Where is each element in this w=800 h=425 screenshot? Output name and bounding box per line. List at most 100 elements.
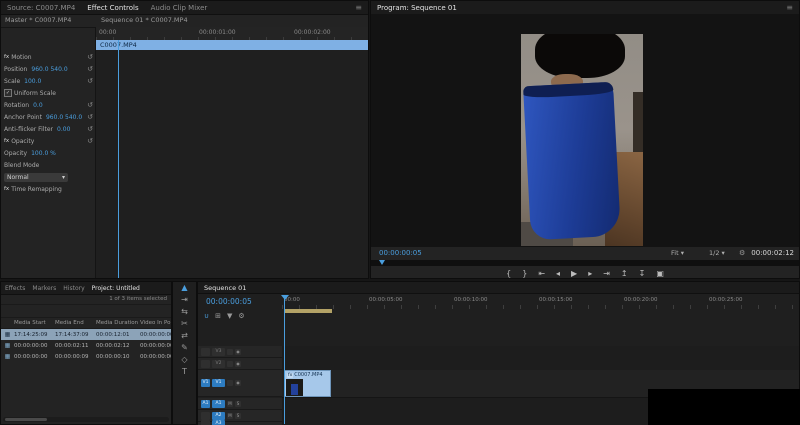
effect-row-rotation[interactable]: Rotation 0.0 ↺: [1, 99, 95, 111]
reset-icon[interactable]: ↺: [87, 65, 93, 73]
timeline-clip[interactable]: fx C0007.MP4: [284, 370, 331, 397]
go-to-out-button[interactable]: ⇥: [603, 269, 610, 278]
source-patch-v2[interactable]: [201, 359, 210, 368]
snap-toggle[interactable]: ∪: [204, 312, 209, 320]
effect-row-opacity[interactable]: Opacity 100.0 %: [1, 147, 95, 159]
hand-tool[interactable]: ◇: [173, 354, 196, 366]
tab-sequence[interactable]: Sequence 01: [204, 284, 246, 292]
reset-icon[interactable]: ↺: [87, 137, 93, 145]
selected-clip-bar[interactable]: C0007.MP4: [96, 40, 368, 50]
reset-icon[interactable]: ↺: [87, 125, 93, 133]
track-lock-icon[interactable]: [227, 360, 233, 367]
position-value[interactable]: 960.0 540.0: [31, 66, 67, 73]
razor-tool[interactable]: ✂: [173, 318, 196, 330]
scale-value[interactable]: 100.0: [24, 78, 41, 85]
table-row[interactable]: ▦ 17:14:25:09 17:14:37:09 00:00:12:01 00…: [1, 329, 171, 340]
tab-project[interactable]: Project: Untitled: [92, 285, 140, 292]
export-frame-button[interactable]: ▣: [656, 269, 664, 278]
step-forward-button[interactable]: ▸: [588, 269, 592, 278]
anchor-point-value[interactable]: 960.0 540.0: [46, 114, 82, 121]
effect-row-time-remapping[interactable]: fx Time Remapping: [1, 183, 95, 195]
track-target-a3[interactable]: A3: [212, 419, 225, 425]
horizontal-scrollbar[interactable]: [3, 417, 169, 422]
track-lock-icon[interactable]: [227, 348, 233, 355]
effect-row-anchor-point[interactable]: Anchor Point 960.0 540.0 ↺: [1, 111, 95, 123]
add-marker-button[interactable]: ▼: [227, 312, 232, 320]
effect-row-scale[interactable]: Scale 100.0 ↺: [1, 75, 95, 87]
mark-in-button[interactable]: {: [506, 269, 511, 278]
source-patch-a2[interactable]: [201, 411, 210, 420]
timeline-current-timecode[interactable]: 00:00:00:05: [206, 297, 252, 306]
source-patch-v3[interactable]: [201, 347, 210, 356]
playhead[interactable]: [284, 295, 285, 424]
tab-history[interactable]: History: [63, 285, 84, 292]
timeline-ruler[interactable]: 00:00 00:00:05:00 00:00:10:00 00:00:15:0…: [282, 295, 799, 309]
effect-row-uniform-scale[interactable]: ✓ Uniform Scale: [1, 87, 95, 99]
uniform-scale-checkbox[interactable]: ✓: [4, 89, 12, 97]
playhead[interactable]: [118, 40, 119, 278]
rotation-value[interactable]: 0.0: [33, 102, 43, 109]
track-lock-icon[interactable]: [227, 380, 233, 386]
extract-button[interactable]: ↧: [639, 269, 646, 278]
opacity-value[interactable]: 100.0 %: [31, 150, 56, 157]
linked-selection-toggle[interactable]: ⊞: [215, 312, 221, 320]
effect-controls-ruler[interactable]: 00:00 00:00:01:00 00:00:02:00: [96, 27, 368, 41]
toggle-track-output-icon[interactable]: ◉: [235, 348, 241, 355]
tab-audio-clip-mixer[interactable]: Audio Clip Mixer: [151, 4, 208, 12]
track-target-a2[interactable]: A2: [212, 411, 225, 420]
toggle-track-output-icon[interactable]: ◉: [235, 360, 241, 367]
track-select-forward-tool[interactable]: ⇥: [173, 294, 196, 306]
ripple-edit-tool[interactable]: ⇆: [173, 306, 196, 318]
type-tool[interactable]: T: [173, 366, 196, 378]
work-area-bar[interactable]: [284, 309, 332, 313]
solo-track-button[interactable]: S: [235, 412, 241, 419]
tab-markers[interactable]: Markers: [32, 285, 56, 292]
selection-tool[interactable]: ▲: [173, 282, 196, 294]
blend-mode-select[interactable]: Normal ▾: [4, 172, 68, 182]
mute-track-button[interactable]: M: [227, 412, 233, 419]
mute-track-button[interactable]: M: [227, 400, 233, 407]
scrubber-playhead[interactable]: [379, 260, 385, 265]
effect-row-opacity-group[interactable]: fx Opacity ↺: [1, 135, 95, 147]
pen-tool[interactable]: ✎: [173, 342, 196, 354]
col-video-in-point[interactable]: Video In Point: [140, 320, 171, 326]
source-patch-a3[interactable]: [201, 419, 210, 425]
settings-wrench-icon[interactable]: ⚙: [739, 247, 745, 260]
timeline-settings-icon[interactable]: ⚙: [238, 312, 244, 320]
tab-effect-controls[interactable]: Effect Controls: [87, 4, 138, 12]
current-timecode[interactable]: 00:00:00:05: [379, 247, 422, 260]
panel-menu-icon[interactable]: ≡: [786, 3, 793, 12]
effect-row-anti-flicker[interactable]: Anti-flicker Filter 0.00 ↺: [1, 123, 95, 135]
reset-icon[interactable]: ↺: [87, 53, 93, 61]
effect-row-motion[interactable]: fx Motion ↺: [1, 51, 95, 63]
panel-menu-icon[interactable]: ≡: [355, 3, 362, 12]
program-scrubber[interactable]: [371, 260, 799, 266]
table-row[interactable]: ▦ 00:00:00:00 00:00:00:09 00:00:00:10 00…: [1, 351, 171, 362]
slip-tool[interactable]: ⇄: [173, 330, 196, 342]
go-to-in-button[interactable]: ⇤: [538, 269, 545, 278]
effect-row-position[interactable]: Position 960.0 540.0 ↺: [1, 63, 95, 75]
play-button[interactable]: ▶: [571, 269, 577, 278]
track-target-v1[interactable]: V1: [212, 379, 225, 387]
anti-flicker-value[interactable]: 0.00: [57, 126, 70, 133]
lift-button[interactable]: ↥: [621, 269, 628, 278]
table-row[interactable]: ▦ 00:00:00:00 00:00:02:11 00:00:02:12 00…: [1, 340, 171, 351]
col-media-duration[interactable]: Media Duration: [96, 320, 140, 326]
reset-icon[interactable]: ↺: [87, 113, 93, 121]
source-patch-a1[interactable]: A1: [201, 399, 210, 408]
toggle-track-output-icon[interactable]: ◉: [235, 380, 241, 386]
track-target-v2[interactable]: V2: [212, 359, 225, 368]
step-back-button[interactable]: ◂: [556, 269, 560, 278]
tab-source-monitor[interactable]: Source: C0007.MP4: [7, 4, 75, 12]
zoom-fit-select[interactable]: Fit ▾: [671, 247, 684, 260]
scrollbar-thumb[interactable]: [5, 418, 47, 421]
playhead-grip[interactable]: [281, 295, 289, 300]
col-media-start[interactable]: Media Start: [14, 320, 55, 326]
reset-icon[interactable]: ↺: [87, 77, 93, 85]
reset-icon[interactable]: ↺: [87, 101, 93, 109]
col-media-end[interactable]: Media End: [55, 320, 96, 326]
tab-program-sequence[interactable]: Program: Sequence 01: [377, 4, 457, 12]
playback-resolution-select[interactable]: 1/2 ▾: [709, 247, 725, 260]
track-target-a1[interactable]: A1: [212, 399, 225, 408]
mark-out-button[interactable]: }: [522, 269, 527, 278]
